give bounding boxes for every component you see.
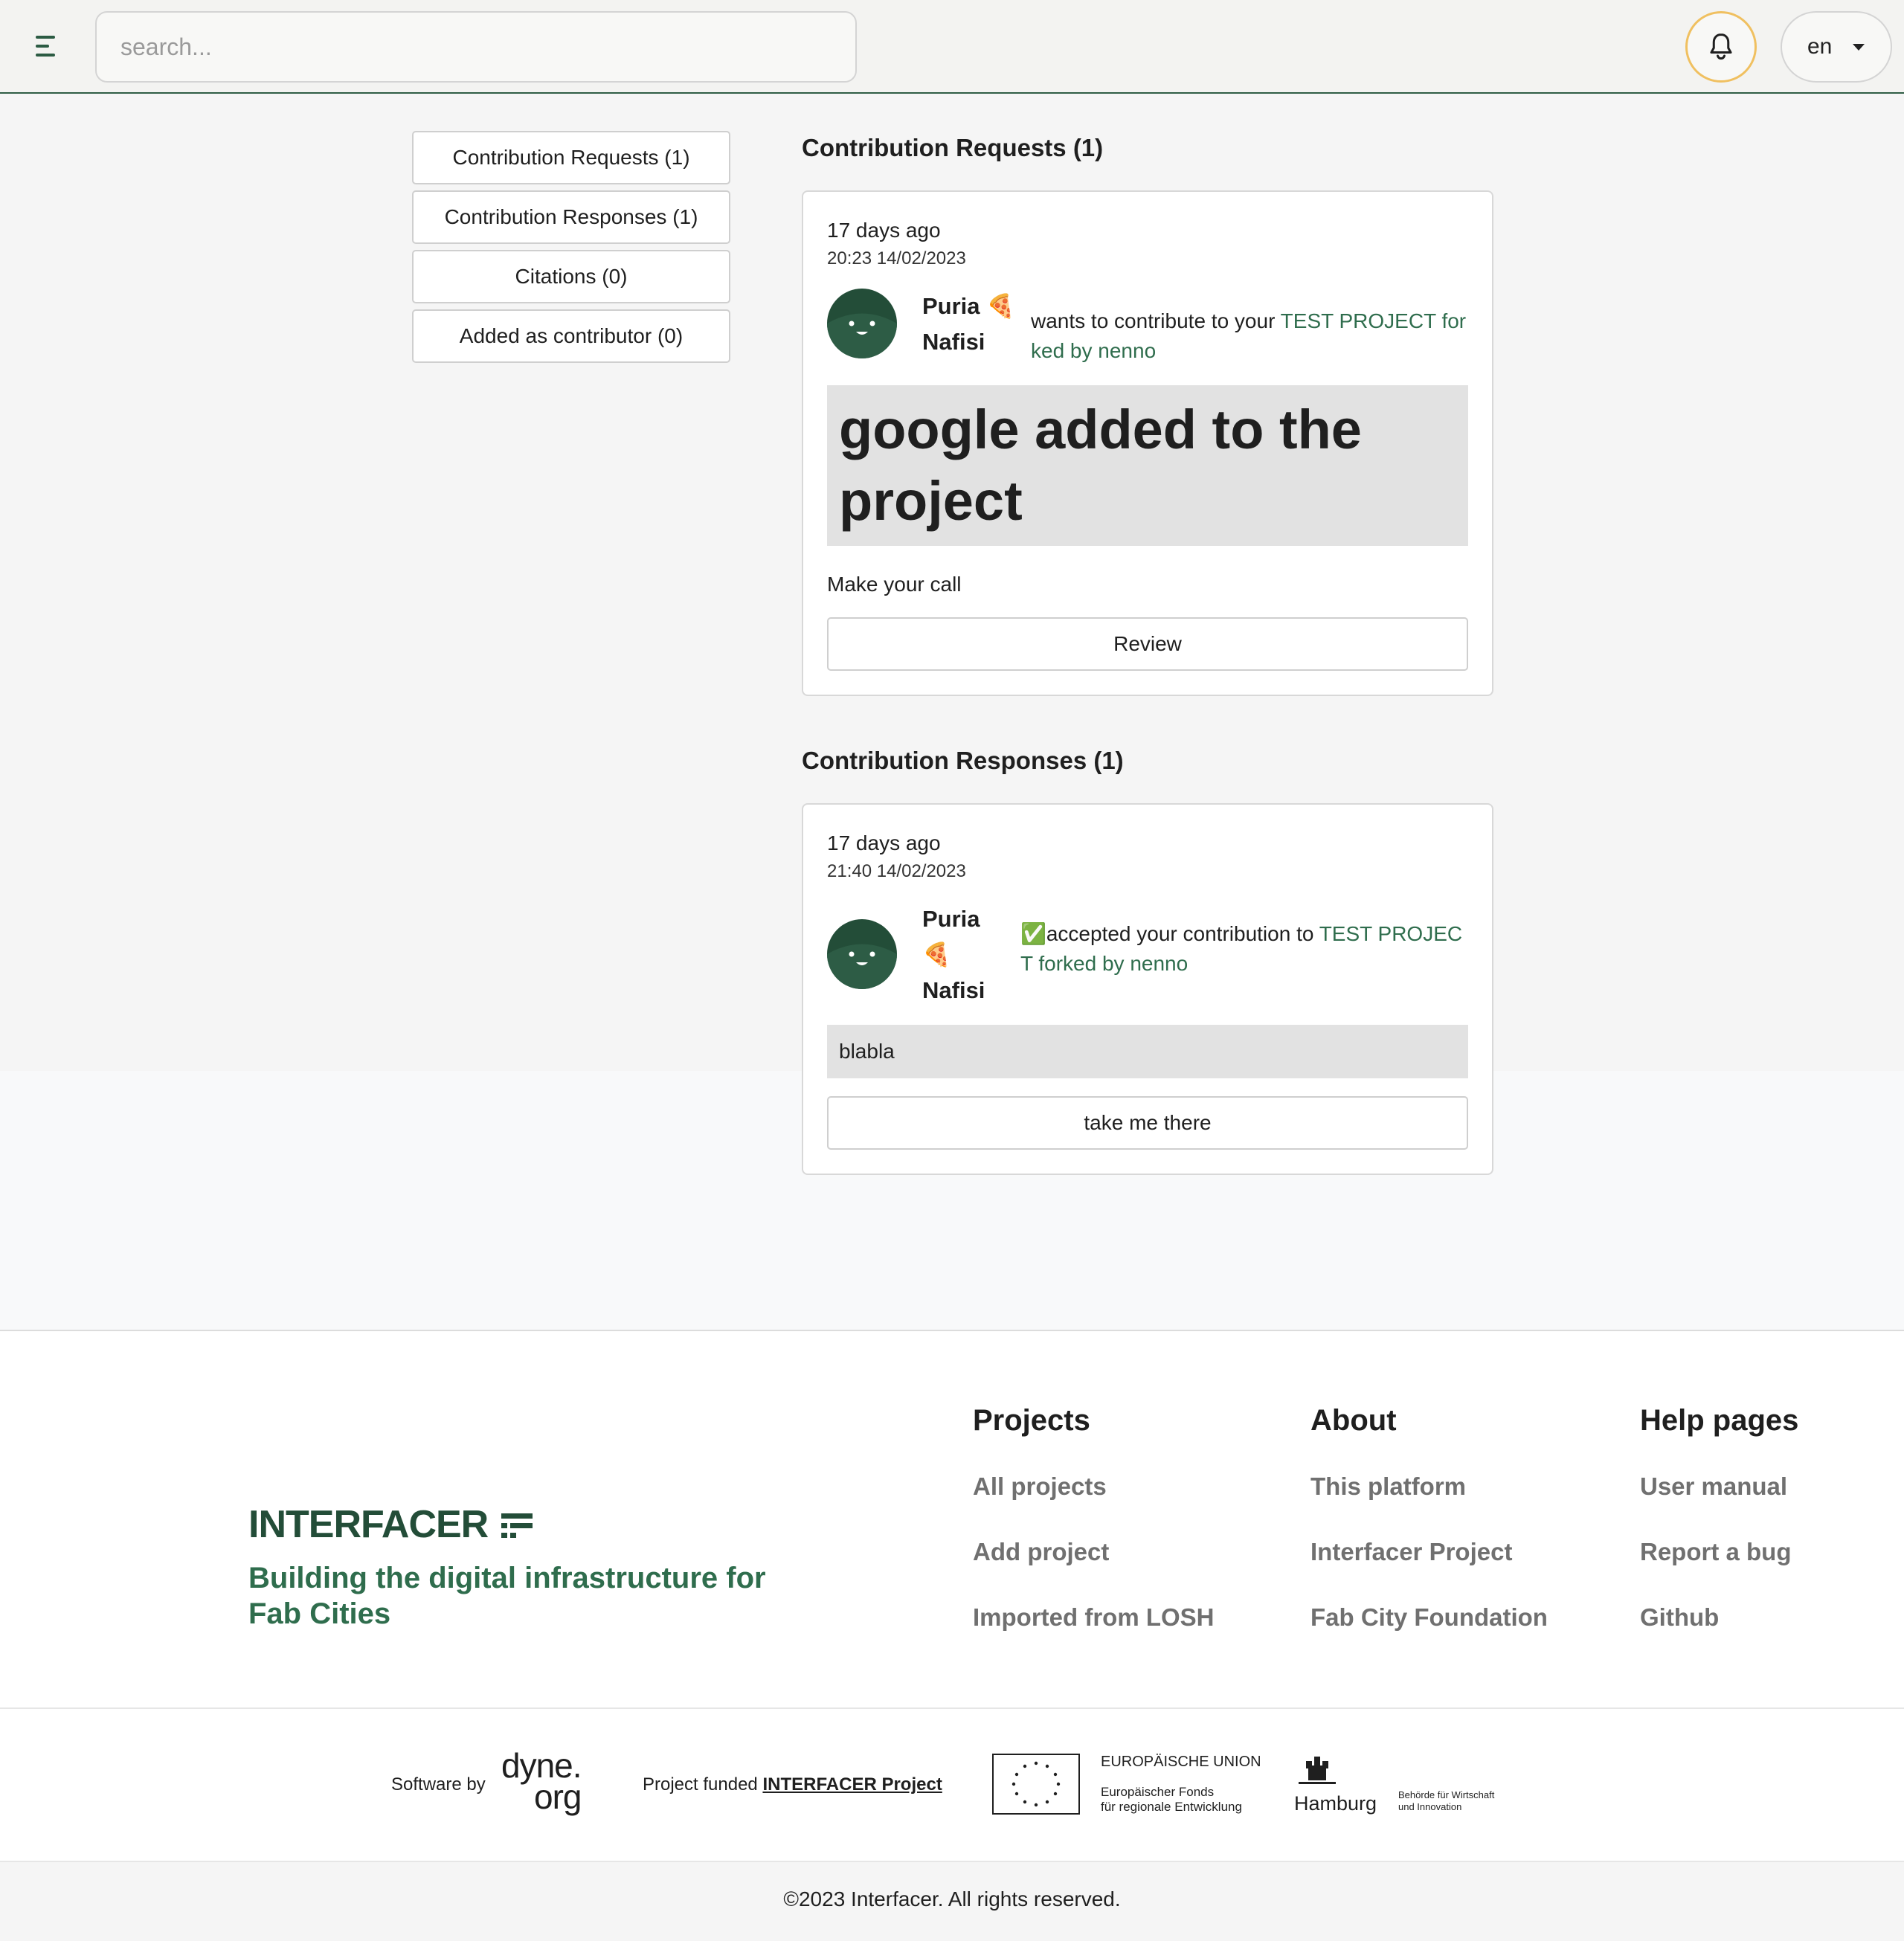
sidebar-item-contribution-requests[interactable]: Contribution Requests (1) (412, 131, 730, 184)
footer-link-user-manual[interactable]: User manual (1640, 1472, 1787, 1501)
top-navbar: en (0, 0, 1904, 94)
footer-link-all-projects[interactable]: All projects (973, 1472, 1107, 1501)
user-first-name: Puria 🍕 (922, 293, 1015, 319)
footer-col-title-projects: Projects (973, 1404, 1090, 1437)
contribution-request-card: 17 days ago 20:23 14/02/2023 Puria 🍕 Naf… (802, 190, 1493, 696)
relative-time: 17 days ago (827, 831, 941, 854)
footer-link-add-project[interactable]: Add project (973, 1538, 1109, 1566)
sidebar-item-label: Contribution Requests (1) (452, 146, 690, 169)
sidebar-item-contribution-responses[interactable]: Contribution Responses (1) (412, 190, 730, 244)
eu-fund-line2: für regionale Entwicklung (1101, 1800, 1242, 1814)
response-message-text: ✅accepted your contribution to (1020, 922, 1319, 945)
footer-col-title-help: Help pages (1640, 1404, 1799, 1437)
timestamp: 21:40 14/02/2023 (827, 861, 966, 881)
user-name[interactable]: Puria 🍕 Nafisi (922, 289, 1015, 360)
avatar[interactable] (827, 289, 897, 358)
sponsors-bar (0, 1707, 1904, 1862)
copyright: ©2023 Interfacer. All rights reserved. (783, 1887, 1121, 1911)
notifications-button[interactable] (1685, 11, 1757, 83)
hamburg-sub1: Behörde für Wirtschaft (1398, 1789, 1495, 1800)
hamburg-sub2: und Innovation (1398, 1801, 1462, 1812)
response-message: ✅accepted your contribution to TEST PROJ… (1020, 919, 1471, 979)
footer-col-title-about: About (1310, 1404, 1397, 1437)
review-button[interactable]: Review (827, 617, 1468, 671)
sidebar-item-label: Citations (0) (515, 265, 628, 288)
chevron-down-icon (1853, 43, 1865, 51)
avatar-face-icon (827, 944, 897, 989)
dyne-logo-bottom: org (534, 1777, 582, 1816)
request-quote-text: google added to the project (839, 399, 1362, 532)
request-message: wants to contribute to your TEST PROJECT… (1031, 306, 1471, 366)
footer-link-imported-from-losh[interactable]: Imported from LOSH (973, 1603, 1215, 1632)
bell-icon (1710, 33, 1732, 60)
sidebar-item-citations[interactable]: Citations (0) (412, 250, 730, 303)
request-message-text: wants to contribute to your (1031, 309, 1281, 332)
interfacer-logo-text: INTERFACER (248, 1503, 489, 1546)
requests-section-title: Contribution Requests (1) (802, 134, 1104, 161)
eu-fund-line1: Europäischer Fonds (1101, 1785, 1215, 1799)
project-funded-text: Project funded INTERFACER Project (643, 1774, 942, 1795)
language-select[interactable]: en (1781, 11, 1892, 83)
response-quote: blabla (827, 1025, 1468, 1078)
user-first-name: Puria (922, 906, 980, 932)
eu-flag-icon (992, 1754, 1080, 1815)
sidebar-item-label: Contribution Responses (1) (444, 205, 698, 228)
eu-title: EUROPÄISCHE UNION (1101, 1754, 1261, 1770)
responses-section-title: Contribution Responses (1) (802, 747, 1124, 774)
relative-time: 17 days ago (827, 219, 941, 242)
interfacer-logo[interactable]: INTERFACER (248, 1502, 534, 1547)
make-your-call-text: Make your call (827, 573, 962, 596)
footer-tagline: Building the digital infrastructure for … (248, 1562, 766, 1630)
search-input[interactable] (95, 11, 857, 83)
footer-link-this-platform[interactable]: This platform (1310, 1472, 1466, 1501)
hamburg-castle-icon (1296, 1754, 1339, 1786)
footer-link-fab-city-foundation[interactable]: Fab City Foundation (1310, 1603, 1548, 1632)
language-value: en (1807, 34, 1833, 59)
take-me-there-button[interactable]: take me there (827, 1096, 1468, 1150)
footer-link-report-a-bug[interactable]: Report a bug (1640, 1538, 1792, 1566)
project-funded-prefix: Project funded (643, 1774, 763, 1794)
interfacer-project-link[interactable]: INTERFACER Project (762, 1774, 942, 1794)
user-emoji: 🍕 (922, 941, 951, 968)
footer-link-interfacer-project[interactable]: Interfacer Project (1310, 1538, 1512, 1566)
user-name[interactable]: Puria 🍕 Nafisi (922, 901, 985, 1008)
software-by-label: Software by (391, 1774, 486, 1794)
user-last-name: Nafisi (922, 329, 985, 355)
sidebar-item-added-as-contributor[interactable]: Added as contributor (0) (412, 309, 730, 363)
hamburg-label: Hamburg (1294, 1792, 1377, 1815)
dyne-logo[interactable]: dyne. org (501, 1748, 594, 1816)
sidebar-item-label: Added as contributor (0) (459, 324, 684, 347)
timestamp: 20:23 14/02/2023 (827, 248, 966, 268)
contribution-response-card: 17 days ago 21:40 14/02/2023 Puria 🍕 Naf… (802, 803, 1493, 1175)
avatar-face-icon (827, 313, 897, 358)
user-last-name: Nafisi (922, 977, 985, 1003)
response-quote-text: blabla (839, 1040, 895, 1063)
logo-mark-icon (501, 1513, 533, 1539)
footer-link-github[interactable]: Github (1640, 1603, 1719, 1632)
hamburger-menu-icon[interactable] (36, 36, 60, 58)
request-quote: google added to the project (827, 385, 1468, 546)
avatar[interactable] (827, 919, 897, 989)
